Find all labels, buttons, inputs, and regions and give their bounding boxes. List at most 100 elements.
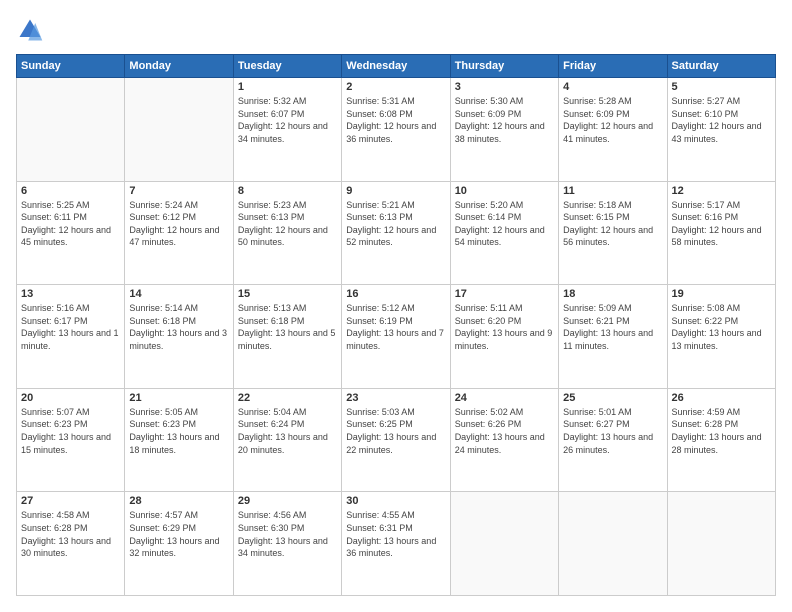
day-cell (450, 492, 558, 596)
day-cell (17, 78, 125, 182)
day-info: Sunrise: 5:21 AMSunset: 6:13 PMDaylight:… (346, 199, 445, 249)
day-cell: 16Sunrise: 5:12 AMSunset: 6:19 PMDayligh… (342, 285, 450, 389)
header (16, 16, 776, 44)
daylight-text: Daylight: 13 hours and 11 minutes. (563, 327, 662, 352)
day-number: 19 (672, 288, 771, 300)
day-info: Sunrise: 5:02 AMSunset: 6:26 PMDaylight:… (455, 406, 554, 456)
day-info: Sunrise: 5:16 AMSunset: 6:17 PMDaylight:… (21, 302, 120, 352)
day-number: 20 (21, 392, 120, 404)
day-cell: 10Sunrise: 5:20 AMSunset: 6:14 PMDayligh… (450, 181, 558, 285)
logo (16, 16, 48, 44)
page: SundayMondayTuesdayWednesdayThursdayFrid… (0, 0, 792, 612)
sunset-text: Sunset: 6:22 PM (672, 315, 771, 328)
sunset-text: Sunset: 6:28 PM (21, 522, 120, 535)
sunset-text: Sunset: 6:13 PM (238, 211, 337, 224)
day-cell: 27Sunrise: 4:58 AMSunset: 6:28 PMDayligh… (17, 492, 125, 596)
sunrise-text: Sunrise: 5:32 AM (238, 95, 337, 108)
sunrise-text: Sunrise: 5:07 AM (21, 406, 120, 419)
day-info: Sunrise: 5:04 AMSunset: 6:24 PMDaylight:… (238, 406, 337, 456)
sunset-text: Sunset: 6:09 PM (563, 108, 662, 121)
day-info: Sunrise: 5:14 AMSunset: 6:18 PMDaylight:… (129, 302, 228, 352)
daylight-text: Daylight: 13 hours and 3 minutes. (129, 327, 228, 352)
day-info: Sunrise: 5:20 AMSunset: 6:14 PMDaylight:… (455, 199, 554, 249)
sunrise-text: Sunrise: 5:31 AM (346, 95, 445, 108)
sunset-text: Sunset: 6:16 PM (672, 211, 771, 224)
sunset-text: Sunset: 6:18 PM (129, 315, 228, 328)
day-number: 6 (21, 185, 120, 197)
day-cell: 19 Sunrise: 5:08 AMSunset: 6:22 PMDayligh… (667, 285, 775, 389)
sunrise-text: Sunrise: 5:08 AM (672, 302, 771, 315)
sunrise-text: Sunrise: 5:25 AM (21, 199, 120, 212)
day-info: Sunrise: 5:18 AMSunset: 6:15 PMDaylight:… (563, 199, 662, 249)
day-cell: 12Sunrise: 5:17 AMSunset: 6:16 PMDayligh… (667, 181, 775, 285)
daylight-text: Daylight: 13 hours and 22 minutes. (346, 431, 445, 456)
day-cell: 3 Sunrise: 5:30 AMSunset: 6:09 PMDaylight… (450, 78, 558, 182)
weekday-friday: Friday (559, 55, 667, 78)
day-number: 4 (563, 81, 662, 93)
day-cell: 25Sunrise: 5:01 AMSunset: 6:27 PMDayligh… (559, 388, 667, 492)
day-info: Sunrise: 5:32 AMSunset: 6:07 PMDaylight:… (238, 95, 337, 145)
day-info: Sunrise: 5:24 AMSunset: 6:12 PMDaylight:… (129, 199, 228, 249)
day-cell: 28 Sunrise: 4:57 AMSunset: 6:29 PMDayligh… (125, 492, 233, 596)
day-info: Sunrise: 5:09 AMSunset: 6:21 PMDaylight:… (563, 302, 662, 352)
sunset-text: Sunset: 6:09 PM (455, 108, 554, 121)
sunrise-text: Sunrise: 4:59 AM (672, 406, 771, 419)
sunrise-text: Sunrise: 4:56 AM (238, 509, 337, 522)
sunset-text: Sunset: 6:08 PM (346, 108, 445, 121)
sunrise-text: Sunrise: 5:28 AM (563, 95, 662, 108)
sunrise-text: Sunrise: 5:14 AM (129, 302, 228, 315)
daylight-text: Daylight: 12 hours and 41 minutes. (563, 120, 662, 145)
sunrise-text: Sunrise: 5:04 AM (238, 406, 337, 419)
day-cell (559, 492, 667, 596)
day-number: 14 (129, 288, 228, 300)
day-cell: 14 Sunrise: 5:14 AMSunset: 6:18 PMDayligh… (125, 285, 233, 389)
day-cell: 23Sunrise: 5:03 AMSunset: 6:25 PMDayligh… (342, 388, 450, 492)
day-number: 17 (455, 288, 554, 300)
sunset-text: Sunset: 6:23 PM (129, 418, 228, 431)
day-cell (125, 78, 233, 182)
day-info: Sunrise: 5:11 AMSunset: 6:20 PMDaylight:… (455, 302, 554, 352)
day-info: Sunrise: 4:55 AMSunset: 6:31 PMDaylight:… (346, 509, 445, 559)
daylight-text: Daylight: 13 hours and 9 minutes. (455, 327, 554, 352)
day-info: Sunrise: 5:12 AMSunset: 6:19 PMDaylight:… (346, 302, 445, 352)
day-info: Sunrise: 4:56 AMSunset: 6:30 PMDaylight:… (238, 509, 337, 559)
daylight-text: Daylight: 13 hours and 18 minutes. (129, 431, 228, 456)
day-number: 29 (238, 495, 337, 507)
day-number: 8 (238, 185, 337, 197)
sunrise-text: Sunrise: 5:09 AM (563, 302, 662, 315)
day-info: Sunrise: 4:57 AMSunset: 6:29 PMDaylight:… (129, 509, 228, 559)
week-row-4: 20Sunrise: 5:07 AMSunset: 6:23 PMDayligh… (17, 388, 776, 492)
sunset-text: Sunset: 6:23 PM (21, 418, 120, 431)
day-number: 22 (238, 392, 337, 404)
day-number: 28 (129, 495, 228, 507)
day-info: Sunrise: 5:17 AMSunset: 6:16 PMDaylight:… (672, 199, 771, 249)
weekday-sunday: Sunday (17, 55, 125, 78)
day-number: 26 (672, 392, 771, 404)
weekday-header-row: SundayMondayTuesdayWednesdayThursdayFrid… (17, 55, 776, 78)
sunset-text: Sunset: 6:28 PM (672, 418, 771, 431)
sunrise-text: Sunrise: 5:13 AM (238, 302, 337, 315)
sunset-text: Sunset: 6:15 PM (563, 211, 662, 224)
day-cell (667, 492, 775, 596)
day-cell: 29 Sunrise: 4:56 AMSunset: 6:30 PMDayligh… (233, 492, 341, 596)
day-cell: 2Sunrise: 5:31 AMSunset: 6:08 PMDaylight… (342, 78, 450, 182)
day-number: 30 (346, 495, 445, 507)
day-info: Sunrise: 4:59 AMSunset: 6:28 PMDaylight:… (672, 406, 771, 456)
daylight-text: Daylight: 12 hours and 36 minutes. (346, 120, 445, 145)
daylight-text: Daylight: 13 hours and 36 minutes. (346, 535, 445, 560)
day-number: 5 (672, 81, 771, 93)
day-number: 3 (455, 81, 554, 93)
day-cell: 26 Sunrise: 4:59 AMSunset: 6:28 PMDayligh… (667, 388, 775, 492)
weekday-tuesday: Tuesday (233, 55, 341, 78)
day-info: Sunrise: 5:28 AMSunset: 6:09 PMDaylight:… (563, 95, 662, 145)
day-info: Sunrise: 5:30 AMSunset: 6:09 PMDaylight:… (455, 95, 554, 145)
day-cell: 6Sunrise: 5:25 AMSunset: 6:11 PMDaylight… (17, 181, 125, 285)
sunset-text: Sunset: 6:31 PM (346, 522, 445, 535)
week-row-1: 1Sunrise: 5:32 AMSunset: 6:07 PMDaylight… (17, 78, 776, 182)
sunset-text: Sunset: 6:20 PM (455, 315, 554, 328)
sunset-text: Sunset: 6:29 PM (129, 522, 228, 535)
daylight-text: Daylight: 13 hours and 13 minutes. (672, 327, 771, 352)
sunset-text: Sunset: 6:13 PM (346, 211, 445, 224)
day-number: 15 (238, 288, 337, 300)
sunrise-text: Sunrise: 5:12 AM (346, 302, 445, 315)
